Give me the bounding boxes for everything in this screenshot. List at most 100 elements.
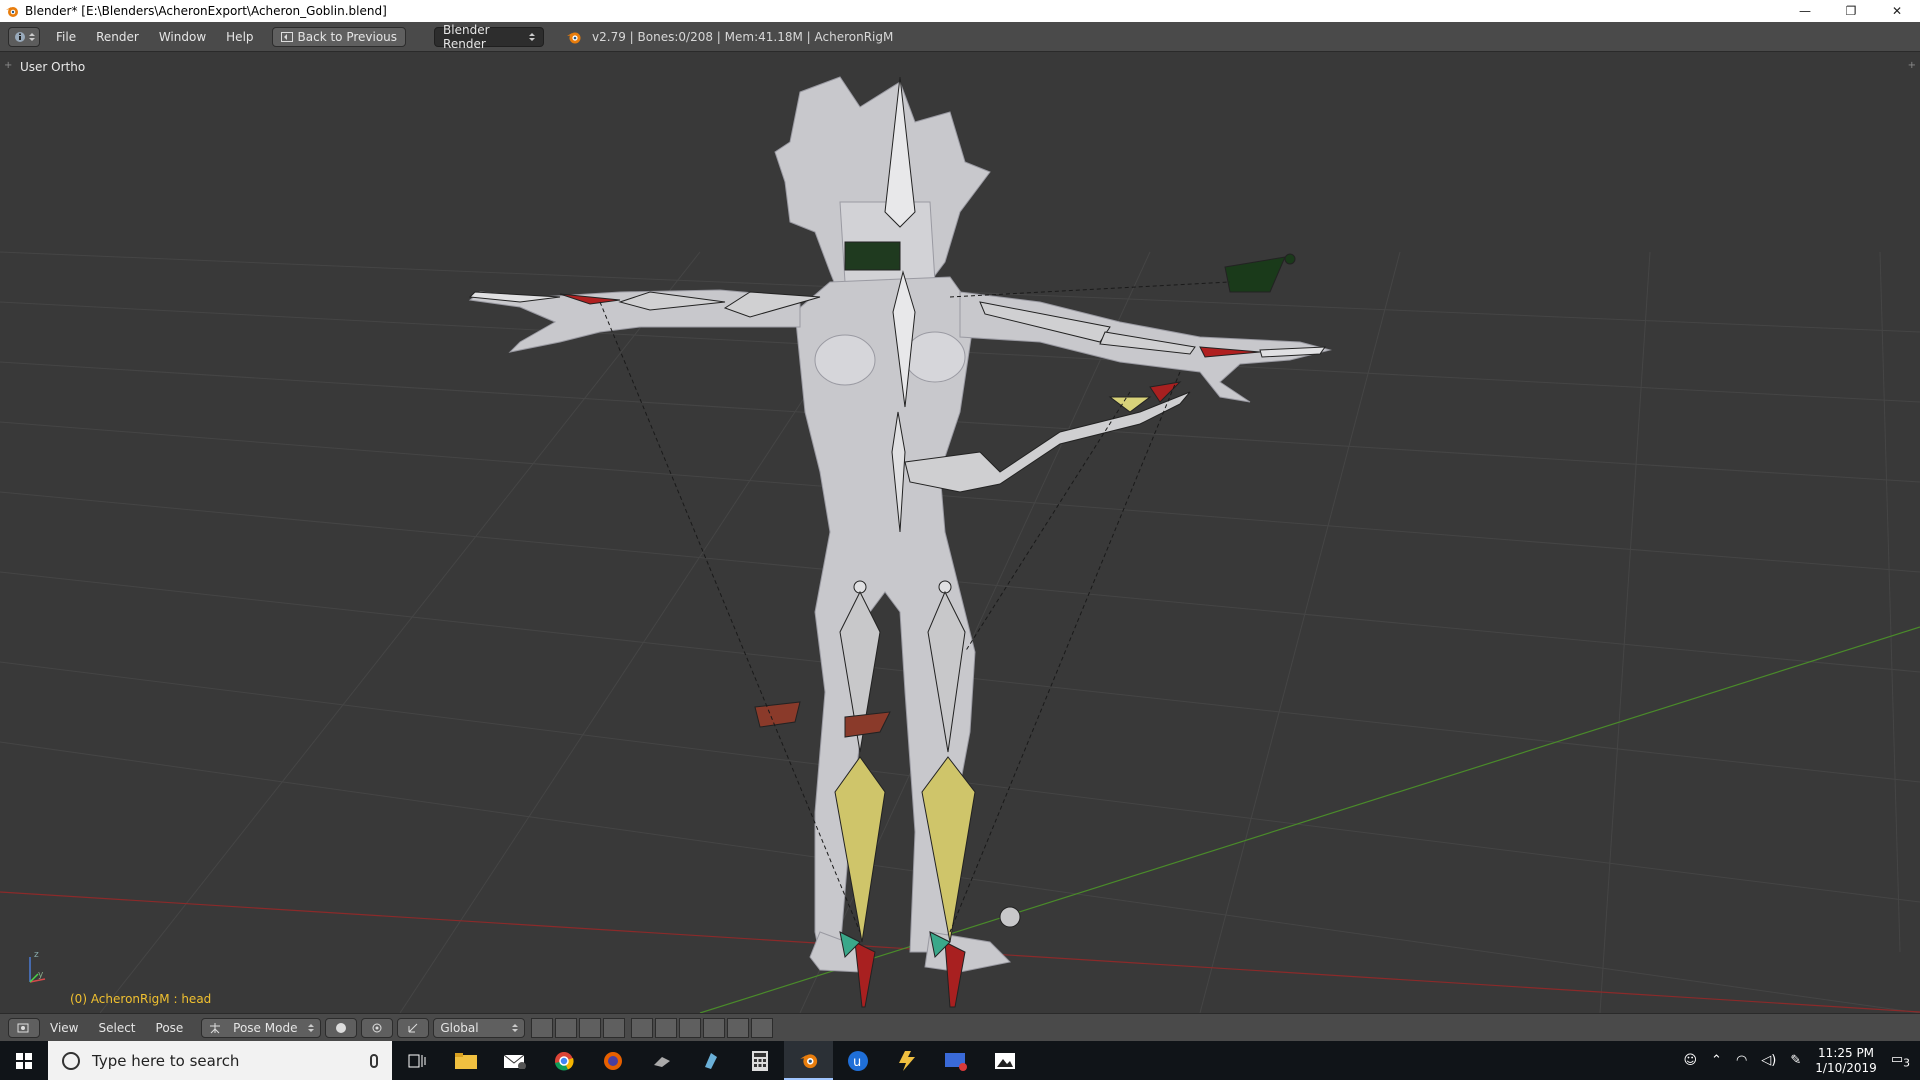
clock-date: 1/10/2019 — [1815, 1060, 1877, 1075]
chrome-icon — [554, 1051, 574, 1071]
manipulator-toggle[interactable] — [397, 1017, 430, 1038]
windows-start-button[interactable] — [0, 1041, 48, 1080]
svg-text:y: y — [38, 970, 44, 980]
windows-taskbar: Type here to search u ☺ ⌃ ◠ ◁) ✎ 11:25 P… — [0, 1041, 1920, 1080]
viewport-canvas[interactable]: z y — [0, 52, 1920, 1013]
mail-icon — [503, 1054, 526, 1069]
chevron-up-icon[interactable]: ⌃ — [1711, 1053, 1722, 1068]
layer-buttons[interactable] — [531, 1017, 626, 1038]
search-placeholder: Type here to search — [92, 1051, 240, 1070]
close-button[interactable]: ✕ — [1874, 0, 1920, 22]
editor-type-selector-3d[interactable] — [8, 1017, 40, 1038]
photos-icon — [994, 1052, 1015, 1069]
app-button[interactable] — [637, 1041, 686, 1080]
copy-pose-icon[interactable] — [751, 1017, 774, 1038]
3d-view-icon — [17, 1023, 29, 1032]
network-icon[interactable]: ◠ — [1736, 1053, 1747, 1068]
region-expand-right-icon[interactable]: + — [1908, 60, 1916, 71]
windows-start-icon — [16, 1052, 32, 1069]
photos-button[interactable] — [980, 1041, 1029, 1080]
blender-taskbar-button[interactable] — [784, 1041, 833, 1080]
screen-back-icon — [280, 31, 293, 42]
clock[interactable]: 11:25 PM 1/10/2019 — [1815, 1046, 1877, 1076]
axis-gizmo: z y — [29, 950, 46, 983]
clock-time: 11:25 PM — [1818, 1045, 1875, 1060]
microphone-icon[interactable] — [370, 1053, 378, 1068]
menu-view[interactable]: View — [40, 1021, 88, 1035]
app-button[interactable] — [882, 1041, 931, 1080]
orientation-value: Global — [440, 1020, 479, 1035]
mode-select[interactable]: Pose Mode — [201, 1017, 322, 1038]
menu-render[interactable]: Render — [86, 30, 149, 44]
window-title: Blender* [E:\Blenders\AcheronExport\Ache… — [25, 4, 387, 18]
chevron-updown-icon — [529, 32, 536, 41]
svg-text:z: z — [34, 950, 39, 960]
firefox-icon — [603, 1051, 622, 1070]
y-axis-line — [699, 626, 1920, 1013]
task-view-button[interactable] — [392, 1041, 441, 1080]
minimize-button[interactable]: — — [1782, 0, 1828, 22]
chevron-updown-icon — [512, 1023, 519, 1032]
people-icon[interactable]: ☺ — [1683, 1053, 1697, 1068]
render-engine-select[interactable]: Blender Render — [434, 23, 545, 51]
back-to-previous-button[interactable]: Back to Previous — [271, 26, 407, 47]
menu-window[interactable]: Window — [149, 30, 216, 44]
pen-icon[interactable]: ✎ — [1790, 1053, 1801, 1068]
viewport-shading-select[interactable] — [325, 1017, 358, 1038]
proportional-edit-icon[interactable] — [703, 1017, 726, 1038]
firefox-button[interactable] — [588, 1041, 637, 1080]
blender-icon — [799, 1053, 817, 1068]
back-to-previous-label: Back to Previous — [297, 29, 398, 44]
app-icon — [898, 1050, 915, 1071]
notification-center-icon[interactable]: ▭3 — [1891, 1052, 1910, 1070]
system-tray: ☺ ⌃ ◠ ◁) ✎ 11:25 PM 1/10/2019 ▭3 — [1683, 1041, 1920, 1080]
app-button[interactable]: u — [833, 1041, 882, 1080]
svg-text:u: u — [853, 1055, 861, 1070]
3d-viewport[interactable]: z y User Ortho (0) AcheronRigM : head + … — [0, 52, 1920, 1013]
file-explorer-button[interactable] — [441, 1041, 490, 1080]
app-button[interactable] — [686, 1041, 735, 1080]
menu-select[interactable]: Select — [88, 1021, 145, 1035]
pose-mode-icon — [210, 1022, 221, 1033]
manipulator-icon — [408, 1023, 418, 1032]
layer-button[interactable] — [603, 1017, 626, 1038]
render-engine-value: Blender Render — [443, 22, 490, 51]
calculator-icon — [751, 1050, 768, 1071]
snap-buttons[interactable] — [631, 1017, 774, 1038]
app-icon — [944, 1052, 967, 1071]
auto-ik-icon[interactable] — [655, 1017, 678, 1038]
layer-button[interactable] — [579, 1017, 602, 1038]
blender-icon — [567, 32, 581, 43]
task-view-icon — [408, 1054, 425, 1067]
region-expand-left-icon[interactable]: + — [4, 60, 12, 71]
lock-icon[interactable] — [631, 1017, 654, 1038]
mode-value: Pose Mode — [233, 1020, 298, 1035]
layer-button[interactable] — [531, 1017, 554, 1038]
view-label: User Ortho — [20, 60, 86, 74]
mail-button[interactable] — [490, 1041, 539, 1080]
render-preview-icon[interactable] — [727, 1017, 750, 1038]
pivot-icon — [372, 1023, 382, 1032]
chevron-updown-icon — [308, 1023, 315, 1032]
transform-orientation-select[interactable]: Global — [433, 1017, 526, 1038]
menu-pose[interactable]: Pose — [146, 1021, 194, 1035]
cortana-icon — [62, 1051, 80, 1070]
info-header: File Render Window Help Back to Previous… — [0, 22, 1920, 52]
notification-count: 3 — [1903, 1056, 1910, 1070]
chrome-button[interactable] — [539, 1041, 588, 1080]
volume-icon[interactable]: ◁) — [1761, 1053, 1776, 1068]
menu-help[interactable]: Help — [216, 30, 263, 44]
menu-file[interactable]: File — [46, 30, 86, 44]
app-button[interactable] — [931, 1041, 980, 1080]
active-object-label: (0) AcheronRigM : head — [70, 992, 212, 1006]
layer-button[interactable] — [555, 1017, 578, 1038]
taskbar-search-box[interactable]: Type here to search — [48, 1041, 392, 1080]
snap-icon[interactable] — [679, 1017, 702, 1038]
folder-icon — [454, 1052, 477, 1069]
calculator-button[interactable] — [735, 1041, 784, 1080]
editor-type-selector[interactable] — [8, 26, 40, 47]
pivot-point-select[interactable] — [361, 1017, 394, 1038]
scene-stats: v2.79 | Bones:0/208 | Mem:41.18M | Acher… — [592, 29, 894, 44]
chevron-updown-icon — [28, 32, 35, 41]
restore-button[interactable]: ❐ — [1828, 0, 1874, 22]
